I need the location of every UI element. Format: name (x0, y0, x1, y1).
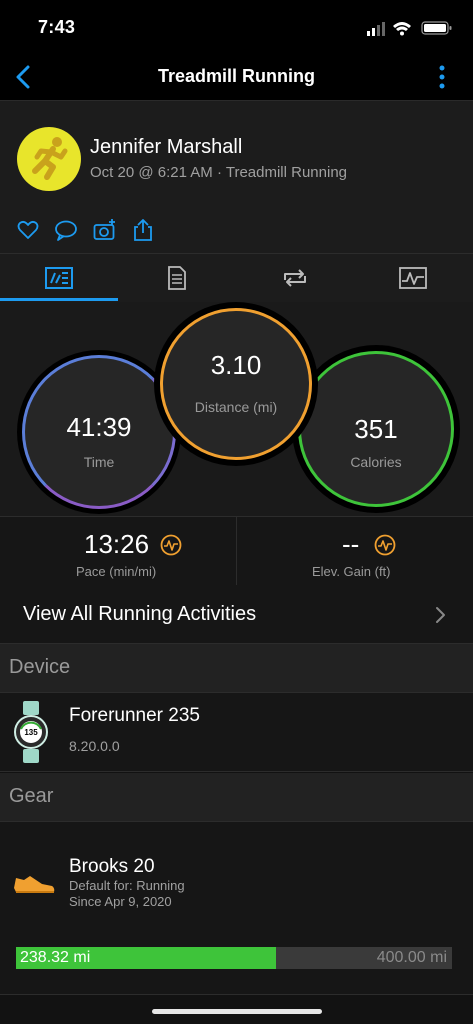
time-ring: 41:39 Time (22, 355, 176, 509)
nav-bar: Treadmill Running (0, 56, 473, 101)
signal-icon (367, 22, 385, 36)
device-version: 8.20.0.0 (69, 738, 120, 754)
runner-icon (32, 137, 68, 180)
calories-label: Calories (350, 454, 402, 470)
gear-distance-used: 238.32 mi (20, 949, 91, 966)
activity-subtitle: Oct 20 @ 6:21 AM · Treadmill Running (90, 164, 348, 181)
tab-summary[interactable] (0, 254, 118, 302)
device-section-header: Device (0, 644, 473, 693)
metrics-row: 13:26 Pace (min/mi) -- Elev. Gain (ft) (0, 516, 473, 586)
more-options-icon[interactable] (437, 64, 447, 90)
chart-icon (399, 267, 427, 289)
gear-row[interactable]: Brooks 20 Default for: Running Since Apr… (0, 822, 473, 995)
calories-ring: 351 Calories (298, 351, 454, 507)
home-indicator (152, 1009, 322, 1014)
laps-icon (284, 269, 306, 287)
battery-icon (421, 21, 452, 35)
device-section-title: Device (9, 656, 71, 678)
gear-section-header: Gear (0, 773, 473, 822)
elev-gain-value: -- (342, 529, 360, 559)
distance-label: Distance (mi) (194, 399, 278, 415)
avatar[interactable] (17, 127, 81, 191)
time-value: 41:39 (66, 412, 132, 442)
summary-icon (45, 267, 73, 289)
chevron-right-icon (436, 607, 445, 623)
warning-pulse-icon[interactable] (374, 534, 396, 556)
tab-laps[interactable] (236, 254, 354, 302)
watch-icon: 135 (14, 701, 48, 763)
status-icons (367, 21, 452, 36)
camera-icon[interactable] (93, 218, 117, 242)
calories-value: 351 (354, 414, 398, 444)
gear-default-for: Default for: Running (69, 878, 185, 893)
distance-ring: 3.10 Distance (mi) (160, 308, 312, 460)
status-bar: 7:43 (0, 0, 473, 56)
time-label: Time (83, 454, 115, 470)
watch-face-text: 135 (24, 728, 38, 737)
pace-label: Pace (min/mi) (76, 564, 157, 579)
device-name: Forerunner 235 (69, 705, 200, 726)
view-all-running-activities[interactable]: View All Running Activities (0, 585, 473, 644)
tab-bar (0, 254, 473, 303)
active-tab-indicator (0, 298, 118, 301)
gear-name: Brooks 20 (69, 856, 155, 877)
action-bar (0, 207, 473, 254)
device-row[interactable]: 135 Forerunner 235 8.20.0.0 (0, 693, 473, 772)
details-icon (168, 266, 186, 290)
status-time: 7:43 (38, 17, 76, 37)
tab-charts[interactable] (354, 254, 472, 302)
gear-since: Since Apr 9, 2020 (69, 894, 172, 909)
page-title: Treadmill Running (157, 66, 315, 86)
warning-pulse-icon[interactable] (160, 534, 182, 556)
wifi-icon (393, 22, 411, 36)
gear-section-title: Gear (9, 785, 54, 807)
view-all-label: View All Running Activities (23, 603, 257, 625)
gear-distance-max: 400.00 mi (376, 949, 447, 966)
metrics-divider (236, 517, 237, 585)
comment-icon[interactable] (54, 218, 78, 242)
activity-header: Jennifer Marshall Oct 20 @ 6:21 AM · Tre… (0, 101, 473, 208)
heart-icon[interactable] (16, 218, 40, 242)
distance-value: 3.10 (210, 350, 262, 380)
share-icon[interactable] (131, 218, 155, 242)
pace-value: 13:26 (84, 529, 150, 559)
stats-panel: 41:39 Time 351 Calories 3.10 Distance (m… (0, 302, 473, 516)
elev-gain-label: Elev. Gain (ft) (312, 564, 391, 579)
user-name: Jennifer Marshall (90, 136, 243, 158)
shoe-icon (14, 876, 55, 893)
tab-details[interactable] (118, 254, 236, 302)
